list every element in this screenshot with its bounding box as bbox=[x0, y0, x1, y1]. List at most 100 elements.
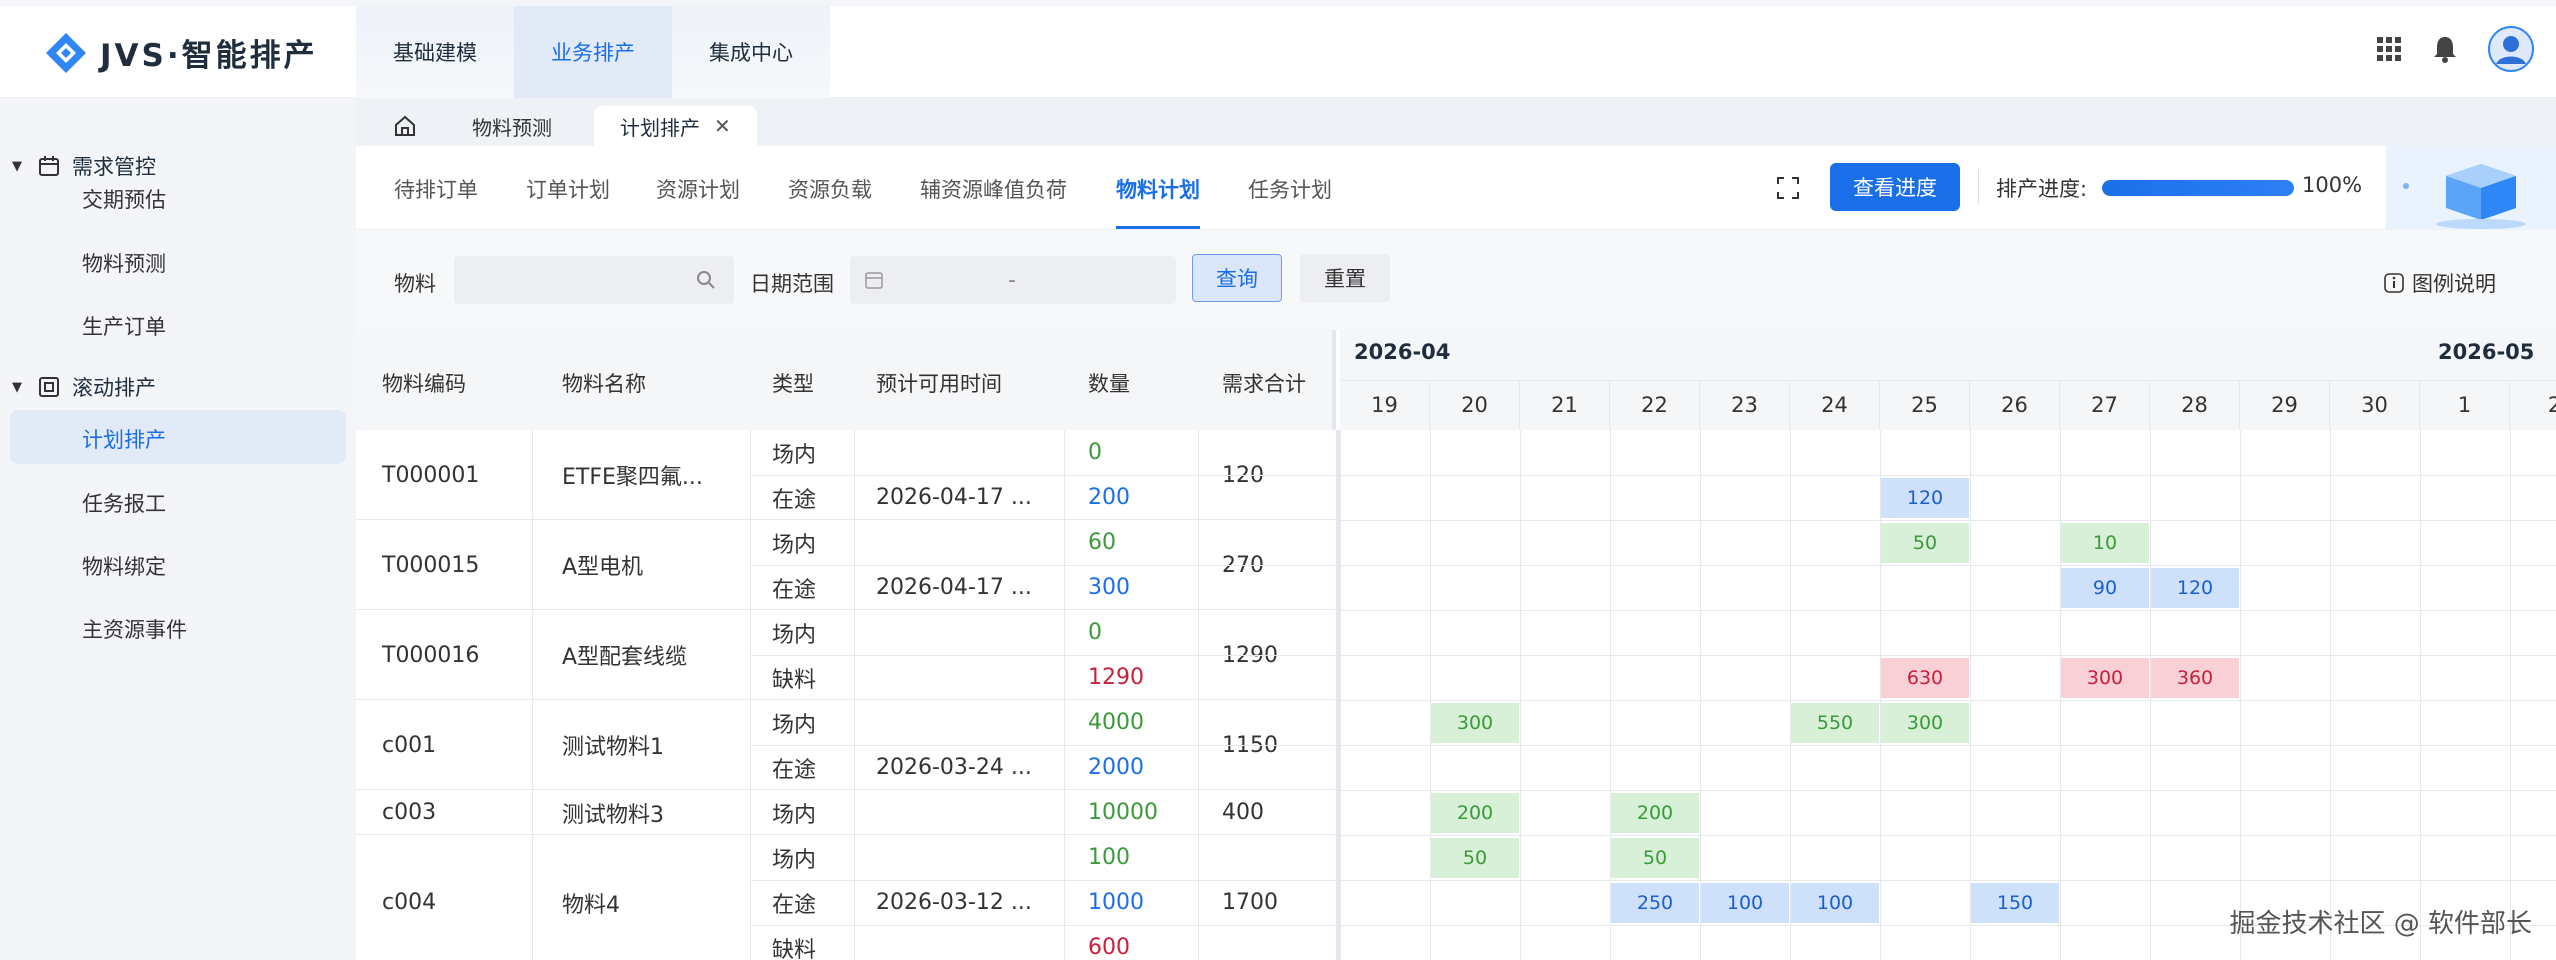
quantity-value: 0 bbox=[1088, 440, 1102, 465]
column-divider bbox=[532, 835, 533, 960]
gantt-quantity-box[interactable]: 550 bbox=[1791, 703, 1879, 743]
sub-row-divider bbox=[750, 925, 1336, 926]
subtab-task-plan[interactable]: 任务计划 bbox=[1248, 174, 1332, 204]
subtab-order-plan[interactable]: 订单计划 bbox=[526, 174, 610, 204]
subtab-pending-orders[interactable]: 待排订单 bbox=[394, 174, 478, 204]
table-row[interactable]: T000016 A型配套线缆 1290 场内 0 缺料 1290 bbox=[356, 610, 1336, 700]
sidebar-item-plan-scheduling[interactable]: 计划排产 bbox=[82, 424, 166, 454]
sidebar-item-material-binding[interactable]: 物料绑定 bbox=[82, 551, 166, 581]
sidebar-item-material-forecast[interactable]: 物料预测 bbox=[82, 248, 166, 278]
gantt-grid-hline bbox=[1340, 475, 2556, 476]
gantt-day-cell: 29 bbox=[2240, 380, 2330, 430]
col-quantity[interactable]: 数量 bbox=[1088, 368, 1130, 398]
gantt-quantity-box[interactable]: 90 bbox=[2061, 568, 2149, 608]
column-divider bbox=[1064, 700, 1065, 790]
topnav-integration[interactable]: 集成中心 bbox=[672, 6, 830, 98]
reset-button[interactable]: 重置 bbox=[1300, 254, 1390, 302]
subtab-material-plan[interactable]: 物料计划 bbox=[1116, 174, 1200, 204]
demand-total: 1700 bbox=[1222, 890, 1278, 915]
table-row[interactable]: T000001 ETFE聚四氟... 120 场内 0 在途 2026-04-17 ... 2… bbox=[356, 430, 1336, 520]
column-divider bbox=[1198, 700, 1199, 790]
gantt-quantity-box[interactable]: 630 bbox=[1881, 658, 1969, 698]
date-range-picker[interactable]: - bbox=[850, 256, 1176, 304]
tab-home[interactable] bbox=[394, 106, 416, 146]
apps-grid-icon[interactable] bbox=[2376, 36, 2402, 62]
gantt-quantity-box[interactable]: 120 bbox=[1881, 478, 1969, 518]
gantt-quantity-box[interactable]: 120 bbox=[2151, 568, 2239, 608]
table-row[interactable]: c003 测试物料3 400 场内 10000 bbox=[356, 790, 1336, 835]
column-divider bbox=[532, 430, 533, 520]
column-divider bbox=[750, 610, 751, 700]
gantt-day-cell: 1 bbox=[2420, 380, 2510, 430]
gantt-day-cell: 26 bbox=[1970, 380, 2060, 430]
column-divider bbox=[1064, 520, 1065, 610]
gantt-grid-hline bbox=[1340, 610, 2556, 611]
col-material-name[interactable]: 物料名称 bbox=[562, 368, 646, 398]
query-button[interactable]: 查询 bbox=[1192, 254, 1282, 302]
col-material-code[interactable]: 物料编码 bbox=[382, 368, 466, 398]
col-available-time[interactable]: 预计可用时间 bbox=[876, 368, 1002, 398]
fullscreen-icon[interactable] bbox=[1776, 176, 1800, 200]
gantt-quantity-box[interactable]: 150 bbox=[1971, 883, 2059, 923]
column-divider bbox=[854, 790, 855, 835]
gantt-quantity-box[interactable]: 50 bbox=[1431, 838, 1519, 878]
col-type[interactable]: 类型 bbox=[772, 368, 814, 398]
gantt-quantity-box[interactable]: 200 bbox=[1431, 793, 1519, 833]
gantt-quantity-box[interactable]: 200 bbox=[1611, 793, 1699, 833]
column-divider bbox=[1064, 430, 1065, 520]
col-demand-total[interactable]: 需求合计 bbox=[1222, 368, 1306, 398]
sidebar-item-production-order[interactable]: 生产订单 bbox=[82, 311, 166, 341]
gantt-quantity-box[interactable]: 300 bbox=[1881, 703, 1969, 743]
row-type: 在途 bbox=[772, 487, 817, 513]
gantt-quantity-box[interactable]: 360 bbox=[2151, 658, 2239, 698]
calendar-icon bbox=[865, 272, 883, 289]
material-code: c004 bbox=[382, 890, 437, 915]
view-progress-button[interactable]: 查看进度 bbox=[1830, 163, 1960, 211]
column-divider bbox=[1198, 790, 1199, 835]
available-time: 2026-04-17 ... bbox=[876, 575, 1032, 600]
avatar[interactable] bbox=[2488, 26, 2534, 72]
gantt-quantity-box[interactable]: 300 bbox=[2061, 658, 2149, 698]
material-name: A型电机 bbox=[562, 555, 644, 580]
gantt-header: 2026-04 2026-05 19 20 21 22 23 24 25 26 27 28 29 30… bbox=[1340, 330, 2556, 430]
close-icon[interactable]: ✕ bbox=[714, 114, 731, 138]
gantt-quantity-box[interactable]: 300 bbox=[1431, 703, 1519, 743]
column-divider bbox=[532, 700, 533, 790]
gantt-grid-hline bbox=[1340, 520, 2556, 521]
topnav-modeling[interactable]: 基础建模 bbox=[356, 6, 514, 98]
bell-icon[interactable] bbox=[2432, 35, 2458, 63]
subtab-resource-plan[interactable]: 资源计划 bbox=[656, 174, 740, 204]
table-row[interactable]: c001 测试物料1 1150 场内 4000 在途 2026-03-24 ... 2000 bbox=[356, 700, 1336, 790]
info-icon bbox=[2384, 273, 2404, 293]
watermark-text: 掘金技术社区 @ 软件部长 bbox=[2229, 909, 2532, 939]
caret-down-icon: ▼ bbox=[12, 379, 22, 395]
sidebar-group-demand[interactable]: ▼ 需求管控 bbox=[0, 146, 156, 186]
gantt-quantity-box[interactable]: 100 bbox=[1701, 883, 1789, 923]
gantt-grid-hline bbox=[1340, 880, 2556, 881]
gantt-quantity-box[interactable]: 50 bbox=[1881, 523, 1969, 563]
sub-row-divider bbox=[750, 745, 1336, 746]
quantity-value: 60 bbox=[1088, 530, 1116, 555]
sidebar-group-rolling[interactable]: ▼ 滚动排产 bbox=[0, 367, 156, 407]
gantt-grid-hline bbox=[1340, 790, 2556, 791]
row-type: 场内 bbox=[772, 532, 817, 558]
tab-material-forecast[interactable]: 物料预测 bbox=[472, 106, 552, 146]
gantt-quantity-box[interactable]: 250 bbox=[1611, 883, 1699, 923]
sidebar-item-resource-events[interactable]: 主资源事件 bbox=[82, 614, 187, 644]
legend-button[interactable]: 图例说明 bbox=[2384, 268, 2496, 298]
gantt-quantity-box[interactable]: 50 bbox=[1611, 838, 1699, 878]
material-input[interactable] bbox=[454, 256, 734, 304]
tab-plan-scheduling[interactable]: 计划排产 ✕ bbox=[594, 106, 757, 146]
sidebar-item-delivery-estimate[interactable]: 交期预估 bbox=[82, 184, 166, 214]
subtab-aux-resource-peak[interactable]: 辅资源峰值负荷 bbox=[920, 174, 1067, 204]
topnav-scheduling[interactable]: 业务排产 bbox=[514, 6, 672, 98]
subtab-resource-load[interactable]: 资源负载 bbox=[788, 174, 872, 204]
app-logo[interactable]: JVS·智能排产 bbox=[44, 30, 318, 75]
gantt-quantity-box[interactable]: 10 bbox=[2061, 523, 2149, 563]
gantt-quantity-box[interactable]: 100 bbox=[1791, 883, 1879, 923]
column-divider bbox=[750, 700, 751, 790]
table-row[interactable]: T000015 A型电机 270 场内 60 在途 2026-04-17 ... 300 bbox=[356, 520, 1336, 610]
material-code: T000001 bbox=[382, 462, 480, 488]
table-row[interactable]: c004 物料4 1700 场内 100 在途 2026-03-12 ... 1000 缺料 60… bbox=[356, 835, 1336, 960]
sidebar-item-task-report[interactable]: 任务报工 bbox=[82, 488, 166, 518]
